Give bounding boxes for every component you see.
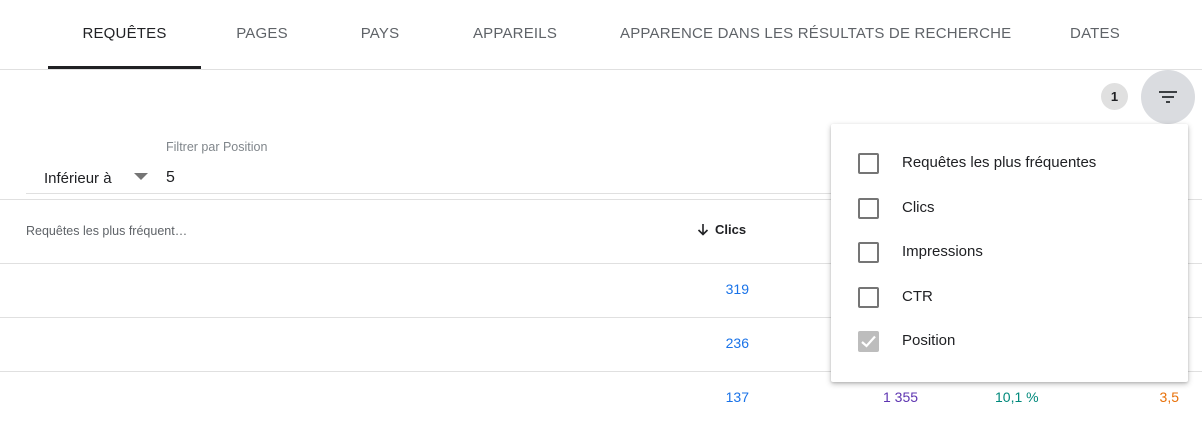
check-icon (861, 335, 876, 348)
checkbox-ctr[interactable] (858, 287, 879, 308)
tab-search-appearance[interactable]: APPARENCE DANS LES RÉSULTATS DE RECHERCH… (620, 0, 1011, 69)
menu-item-top-queries[interactable]: Requêtes les plus fréquentes (831, 142, 1188, 186)
menu-item-ctr[interactable]: CTR (831, 276, 1188, 320)
menu-item-label: Impressions (902, 243, 983, 260)
tab-pages[interactable]: PAGES (214, 0, 310, 69)
checkbox-clicks[interactable] (858, 198, 879, 219)
cell-clicks: 236 (725, 335, 749, 351)
checkbox-position[interactable] (858, 331, 879, 352)
cell-clicks: 137 (725, 389, 749, 405)
column-header-queries[interactable]: Requêtes les plus fréquent… (26, 224, 187, 238)
menu-item-position[interactable]: Position (831, 320, 1188, 364)
menu-item-clicks[interactable]: Clics (831, 187, 1188, 231)
checkbox-top-queries[interactable] (858, 153, 879, 174)
filter-button[interactable] (1141, 70, 1195, 124)
arrow-down-icon (697, 224, 709, 236)
cell-ctr: 10,1 % (995, 389, 1039, 405)
menu-item-label: CTR (902, 288, 933, 305)
checkbox-impressions[interactable] (858, 242, 879, 263)
menu-item-label: Position (902, 332, 956, 349)
menu-item-impressions[interactable]: Impressions (831, 231, 1188, 275)
active-tab-indicator (48, 66, 201, 69)
tab-devices[interactable]: APPAREILS (460, 0, 570, 69)
filter-input-underline (26, 193, 831, 194)
menu-item-label: Requêtes les plus fréquentes (902, 154, 1097, 171)
tab-countries[interactable]: PAYS (343, 0, 417, 69)
column-header-clicks[interactable]: Clics (697, 222, 746, 237)
filter-list-icon (1159, 91, 1177, 103)
tab-queries[interactable]: REQUÊTES (48, 0, 201, 69)
column-header-clicks-label: Clics (715, 222, 747, 237)
dropdown-arrow-icon[interactable] (134, 173, 148, 180)
cell-clicks: 319 (725, 281, 749, 297)
filter-value-input[interactable]: 5 (166, 164, 826, 192)
cell-position: 3,5 (1159, 389, 1179, 405)
cell-impressions: 1 355 (883, 389, 919, 405)
filter-type-menu: Requêtes les plus fréquentes Clics Impre… (831, 124, 1188, 382)
menu-item-label: Clics (902, 199, 935, 216)
tab-dates[interactable]: DATES (1054, 0, 1136, 69)
active-filter-count-badge: 1 (1101, 83, 1128, 110)
dimension-tabs: REQUÊTES PAGES PAYS APPAREILS APPARENCE … (0, 0, 1202, 70)
filter-field-label: Filtrer par Position (166, 140, 268, 154)
